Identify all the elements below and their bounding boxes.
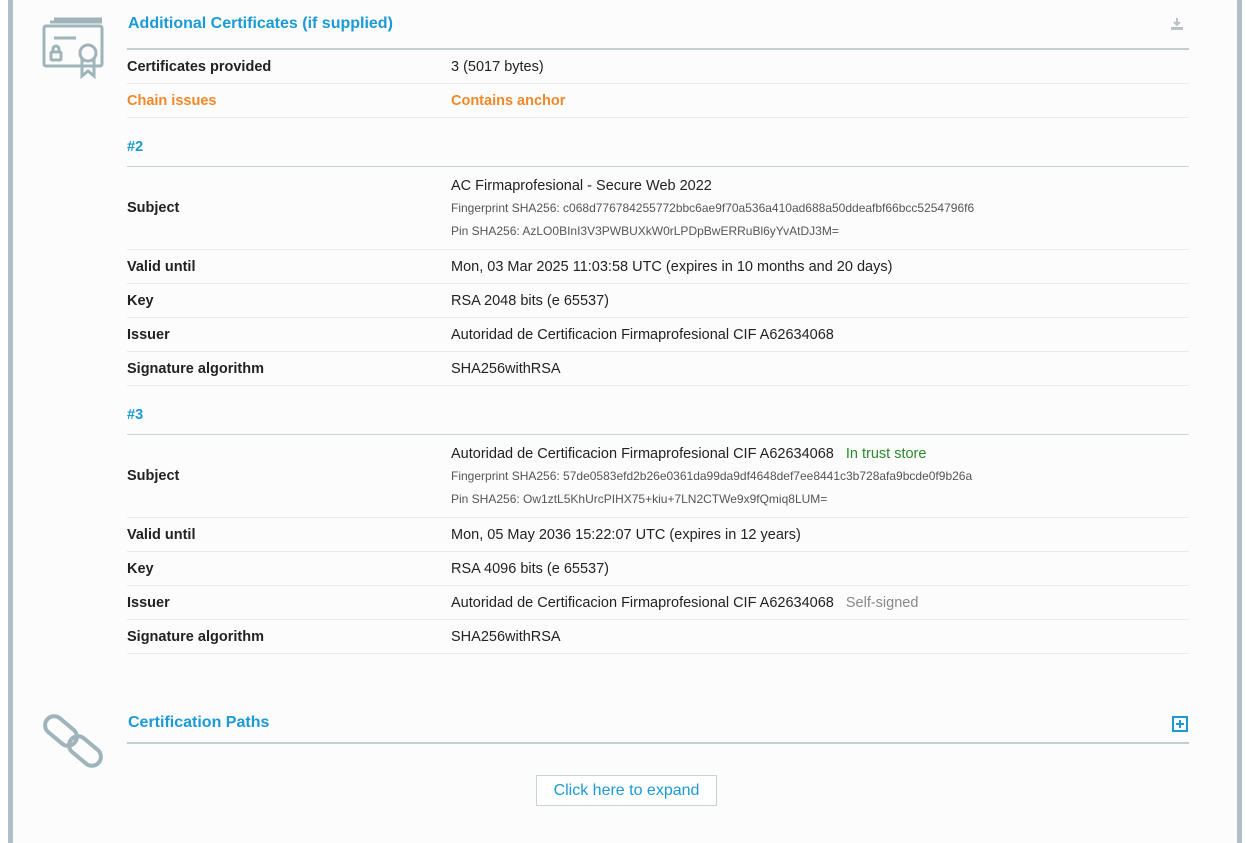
cert-heading: #2 <box>127 118 1189 167</box>
row-value: Contains anchor <box>451 92 566 109</box>
key-row: Key RSA 2048 bits (e 65537) <box>127 284 1189 318</box>
certificate-icon <box>42 17 104 80</box>
row-value: Mon, 05 May 2036 15:22:07 UTC (expires i… <box>451 526 801 543</box>
fingerprint: Fingerprint SHA256: c068d776784255772bbc… <box>451 201 975 215</box>
chain-issues-row: Chain issues Contains anchor <box>127 84 1189 118</box>
subject-row: Subject Autoridad de Certificacion Firma… <box>127 435 1189 518</box>
row-label: Issuer <box>127 594 170 611</box>
plus-box-icon[interactable] <box>1172 716 1188 732</box>
row-label: Key <box>127 292 154 309</box>
download-icon[interactable] <box>1169 16 1185 32</box>
issuer-row: Issuer Autoridad de Certificacion Firmap… <box>127 586 1189 620</box>
chain-link-icon <box>43 714 103 768</box>
row-value: Mon, 03 Mar 2025 11:03:58 UTC (expires i… <box>451 258 893 275</box>
row-label: Chain issues <box>127 92 217 109</box>
section-header: Certification Paths <box>127 694 1189 744</box>
key-row: Key RSA 4096 bits (e 65537) <box>127 552 1189 586</box>
pin: Pin SHA256: Ow1ztL5KhUrcPIHX75+kiu+7LN2C… <box>451 492 828 506</box>
subject-value: Autoridad de Certificacion Firmaprofesio… <box>451 446 834 462</box>
trust-store-badge: In trust store <box>845 446 927 462</box>
row-value: Autoridad de Certificacion Firmaprofesio… <box>451 594 834 611</box>
row-label: Certificates provided <box>127 58 272 75</box>
valid-until-row: Valid until Mon, 03 Mar 2025 11:03:58 UT… <box>127 250 1189 284</box>
row-value: SHA256withRSA <box>451 360 561 377</box>
page-frame: Additional Certificates (if supplied) Ce… <box>0 0 1246 843</box>
row-value: RSA 4096 bits (e 65537) <box>451 560 609 577</box>
row-label: Valid until <box>127 258 196 275</box>
cert-heading: #3 <box>127 386 1189 435</box>
signature-algorithm-row: Signature algorithm SHA256withRSA <box>127 352 1189 386</box>
self-signed-badge: Self-signed <box>845 594 919 611</box>
info-row: Certificates provided 3 (5017 bytes) <box>127 50 1189 84</box>
subject-row: Subject AC Firmaprofesional - Secure Web… <box>127 167 1189 250</box>
fingerprint: Fingerprint SHA256: 57de0583efd2b26e0361… <box>451 469 973 483</box>
row-label: Signature algorithm <box>127 628 264 645</box>
pin: Pin SHA256: AzLO0BInI3V3PWBUXkW0rLPDpBwE… <box>451 224 839 238</box>
row-label: Subject <box>127 200 180 216</box>
row-label: Key <box>127 560 154 577</box>
row-value: RSA 2048 bits (e 65537) <box>451 292 609 309</box>
expand-button[interactable]: Click here to expand <box>536 775 717 806</box>
row-value: Autoridad de Certificacion Firmaprofesio… <box>451 326 834 343</box>
additional-certificates-section: Additional Certificates (if supplied) Ce… <box>127 0 1189 654</box>
section-title: Certification Paths <box>128 714 270 731</box>
report-panel: Additional Certificates (if supplied) Ce… <box>13 0 1237 843</box>
certification-paths-section: Certification Paths <box>127 694 1189 744</box>
signature-algorithm-row: Signature algorithm SHA256withRSA <box>127 620 1189 654</box>
issuer-row: Issuer Autoridad de Certificacion Firmap… <box>127 318 1189 352</box>
section-title: Additional Certificates (if supplied) <box>128 15 393 32</box>
valid-until-row: Valid until Mon, 05 May 2036 15:22:07 UT… <box>127 518 1189 552</box>
row-value: 3 (5017 bytes) <box>451 58 544 75</box>
subject-value: AC Firmaprofesional - Secure Web 2022 <box>451 178 712 194</box>
row-label: Signature algorithm <box>127 360 264 377</box>
row-label: Subject <box>127 468 180 484</box>
row-value: SHA256withRSA <box>451 628 561 645</box>
section-header: Additional Certificates (if supplied) <box>127 0 1189 50</box>
row-label: Issuer <box>127 326 170 343</box>
row-label: Valid until <box>127 526 196 543</box>
